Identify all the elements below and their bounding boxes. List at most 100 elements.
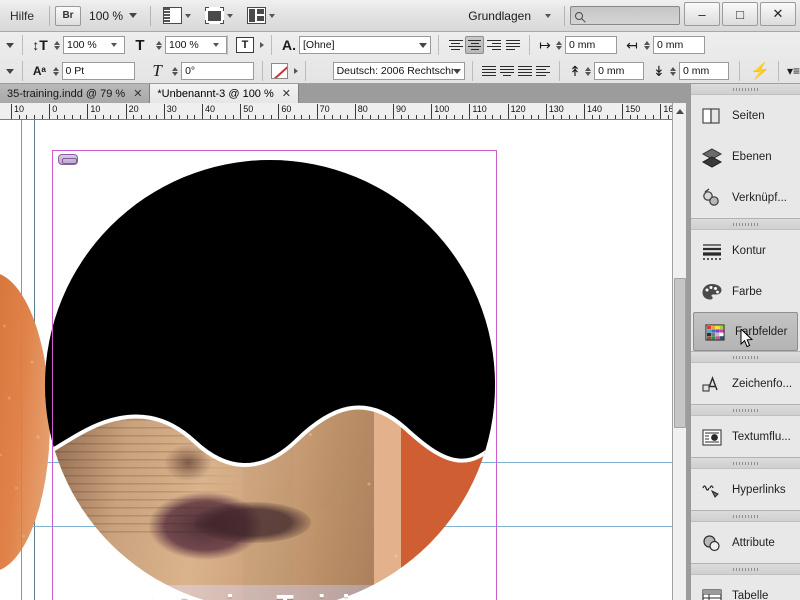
panel-button-label: Attribute [732,536,775,549]
ruler-minor-tick [637,115,639,119]
space-after-stepper[interactable] [668,66,680,76]
right-indent-field[interactable]: 0 mm [653,36,705,54]
ruler-label: 140 [587,104,603,114]
panel-group-grip[interactable] [691,511,800,522]
skew-field[interactable]: 0° [181,62,255,80]
panel-group-grip[interactable] [691,405,800,416]
panel-group-grip[interactable] [691,219,800,230]
ruler-label: 90 [396,104,407,114]
ruler-minor-tick [331,115,333,119]
chevron-right-icon[interactable] [294,68,299,74]
language-field[interactable]: Deutsch: 2006 Rechtschreib [332,62,465,80]
scrollbar-thumb[interactable] [674,278,686,428]
align-left-button[interactable] [446,36,465,54]
panel-menu-icon[interactable]: ▾≡ [787,64,800,78]
view-mode-layout-button[interactable] [240,7,282,24]
paragraph-style-field[interactable]: [Ohne] [299,36,431,54]
view-mode-normal-button[interactable] [156,7,198,24]
panel-button-seiten[interactable]: Seiten [691,95,800,136]
bridge-button[interactable]: Br [55,5,82,26]
justify-full-button[interactable] [516,62,534,80]
document-tab-unbenannt-3[interactable]: *Unbenannt-3 @ 100 % ✕ [150,84,299,103]
control-panel-toggle-row1-icon[interactable] [6,42,14,48]
panel-group-grip[interactable] [691,458,800,469]
selection-frame[interactable] [52,150,497,600]
baseline-shift-stepper[interactable] [50,66,62,76]
ruler-major-tick [163,104,165,119]
panel-button-hyperlinks[interactable]: Hyperlinks [691,469,800,510]
panel-button-label: Zeichenfo... [732,377,793,390]
lightning-bolt-icon[interactable]: ⚡ [750,61,770,81]
skew-stepper[interactable] [170,66,182,76]
document-canvas[interactable]: InDesign-Training [0,120,672,600]
content-grabber-handle[interactable] [58,154,78,165]
vertical-scrollbar[interactable] [672,103,686,600]
panel-button-farbfelder[interactable]: Farbfelder [693,312,798,351]
character-style-icon[interactable]: T [236,37,254,53]
ruler-label: 40 [205,104,216,114]
panel-button-label: Ebenen [732,150,772,163]
close-button[interactable]: ✕ [760,2,796,26]
vertical-scale-stepper[interactable] [51,40,63,50]
panel-button-zeichenfo[interactable]: Zeichenfo... [691,363,800,404]
chevron-down-icon[interactable] [111,43,117,47]
panel-button-textumflu[interactable]: Textumflu... [691,416,800,457]
panel-icon-wrapper [700,532,724,554]
document-tab-label: *Unbenannt-3 @ 100 % [157,87,274,100]
workspace-switcher[interactable]: Grundlagen [452,9,559,23]
panel-button-attribute[interactable]: Attribute [691,522,800,563]
maximize-button[interactable]: □ [722,2,758,26]
panel-button-ebenen[interactable]: Ebenen [691,136,800,177]
ruler-minor-tick [438,115,440,119]
ruler-minor-tick [370,115,372,119]
ruler-minor-tick [629,115,631,119]
control-panel-toggle-row2-icon[interactable] [6,68,14,74]
panel-group-grip[interactable] [691,564,800,575]
layers-icon [701,147,723,168]
baseline-shift-field[interactable]: 0 Pt [61,62,135,80]
view-mode-preview-button[interactable] [198,7,240,24]
zoom-level-combo[interactable]: 100 % [81,9,145,23]
space-before-field[interactable]: 0 mm [594,62,645,80]
panel-button-tabelle[interactable]: Tabelle [691,575,800,600]
scroll-up-button[interactable] [673,103,687,119]
align-right-button[interactable] [484,36,503,54]
align-away-spine-button[interactable] [534,62,552,80]
chevron-down-icon[interactable] [213,43,219,47]
chevron-down-icon [227,13,234,18]
panel-button-farbe[interactable]: Farbe [691,271,800,312]
left-indent-stepper[interactable] [553,40,565,50]
horizontal-ruler[interactable]: 10 0 10 20 30 40 50 60 70 80 90 100 110 120 130 140 150 1… [0,103,672,120]
document-tab-35-training[interactable]: 35-training.indd @ 79 % ✕ [0,84,151,103]
ruler-major-tick [87,104,89,119]
search-input[interactable] [570,6,680,25]
ruler-minor-tick [645,115,647,119]
space-after-field[interactable]: 0 mm [679,62,730,80]
horizontal-scale-stepper[interactable] [153,40,165,50]
ruler-minor-tick [568,115,570,119]
panel-icon-wrapper [700,105,724,127]
align-center-button[interactable] [465,36,484,54]
no-fill-icon[interactable] [271,63,289,79]
align-justify-last-left-button[interactable] [503,36,522,54]
minimize-button[interactable]: – [684,2,720,26]
left-indent-field[interactable]: 0 mm [565,36,617,54]
chevron-down-icon [545,13,551,18]
space-before-stepper[interactable] [583,66,595,76]
panel-group-grip[interactable] [691,352,800,363]
close-icon[interactable]: ✕ [282,87,291,100]
justify-all-lines-button[interactable] [480,62,498,80]
panel-group-grip[interactable] [691,84,800,95]
panel-button-kontur[interactable]: Kontur [691,230,800,271]
chevron-right-icon[interactable] [260,42,264,48]
ruler-minor-tick [377,115,379,119]
ruler-label: 80 [357,104,368,114]
close-icon[interactable]: ✕ [133,87,142,100]
right-indent-stepper[interactable] [641,40,653,50]
ruler-minor-tick [102,115,104,119]
justify-center-button[interactable] [498,62,516,80]
ruler-minor-tick [400,115,402,119]
hyperlinks-icon [702,484,719,498]
panel-button-verknüpf[interactable]: Verknüpf... [691,177,800,218]
menu-help[interactable]: Hilfe [0,0,44,32]
